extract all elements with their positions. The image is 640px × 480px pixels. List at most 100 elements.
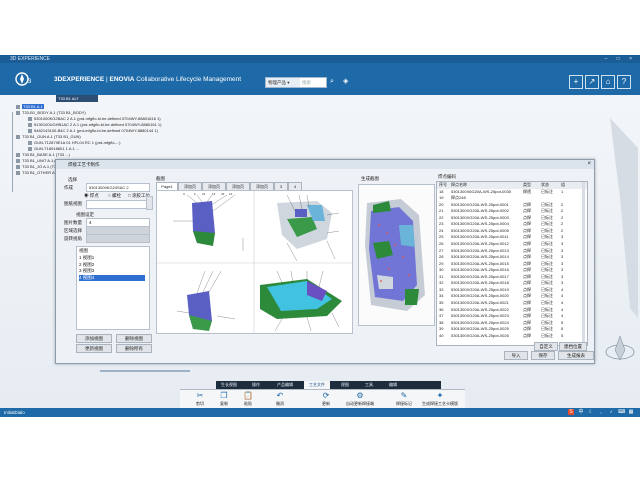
- part-node-icon: [16, 134, 20, 139]
- table-header-cell[interactable]: 类型: [523, 182, 531, 189]
- search-scope-dropdown[interactable]: 物理产品 ▾: [266, 78, 300, 87]
- tree-item-label: 5301000KG2BAC 2 A.1 (prd-mfgflo-bi.be.de…: [34, 116, 161, 121]
- keyboard-icon[interactable]: ⌨: [618, 409, 625, 415]
- view-list-item[interactable]: 1 视图1: [79, 255, 145, 261]
- search-box[interactable]: 物理产品 ▾ 搜索: [265, 77, 327, 88]
- sheet-field[interactable]: [86, 200, 150, 209]
- radio-spot-weld[interactable]: ◉ 焊点: [84, 193, 99, 199]
- table-row[interactable]: 30 5301300XG20A-WS-25pot-0016 点焊 已标注 3: [437, 267, 587, 274]
- close-icon[interactable]: ×: [587, 161, 591, 168]
- action-bar-tab[interactable]: 视图: [336, 381, 354, 389]
- punctuation-icon[interactable]: ,: [598, 409, 604, 415]
- table-header-cell[interactable]: 焊点名称: [451, 182, 467, 189]
- action-label: 焊接标记: [396, 401, 412, 406]
- update-view-button[interactable]: 更新视图: [76, 344, 112, 353]
- table-cell: 35: [439, 299, 444, 305]
- compass-logo-icon[interactable]: 3: [14, 71, 36, 87]
- table-cell: 25: [439, 234, 444, 240]
- delete-all-button[interactable]: 删除所有: [116, 344, 152, 353]
- vehicle-model-silhouette: [610, 118, 638, 318]
- export-button[interactable]: 导入: [504, 351, 528, 360]
- table-cell: 30: [439, 267, 444, 273]
- table-cell: 点焊: [523, 332, 531, 338]
- part-node-icon: [28, 122, 32, 127]
- action-bar-tab[interactable]: 工具: [360, 381, 378, 389]
- action-undo-button[interactable]: ↶ 撤消: [260, 391, 300, 406]
- svg-text:33: 33: [221, 192, 225, 196]
- table-row[interactable]: 40 5301300XG20A-WS-25pot-0026 点焊 已标注 5: [437, 333, 587, 340]
- view-list-item[interactable]: 4 视图4: [79, 274, 145, 281]
- table-header-cell[interactable]: 状态: [541, 182, 549, 189]
- weld-point-table[interactable]: 序号 焊点名称 类型 状态组 18 5301300X6G20A-WS-25pot-0030…: [436, 181, 588, 346]
- search-icon[interactable]: ⌕: [330, 78, 338, 86]
- delete-view-button[interactable]: 删除视图: [116, 334, 152, 343]
- undo-icon: ↶: [276, 391, 284, 400]
- window-title: 3D EXPERIENCE: [10, 56, 51, 62]
- part-node-icon: [16, 170, 20, 175]
- rename-button[interactable]: 自定义: [534, 342, 558, 351]
- moon-icon[interactable]: ☾: [588, 409, 594, 415]
- views-list-header: 视图: [79, 248, 88, 253]
- tree-item-label: T33 B1_GUN A.1 (T33 B1_GUN): [22, 134, 81, 139]
- status-bar: InitialDialo S 中 ☾ , ♪ ⌨ ▦: [0, 408, 640, 417]
- save-button[interactable]: 保存: [531, 351, 555, 360]
- app-s-icon[interactable]: S: [568, 409, 574, 415]
- tag-icon[interactable]: ◈: [343, 78, 351, 86]
- part-node-icon: [28, 128, 32, 133]
- action-bar-tab[interactable]: 操作: [246, 381, 266, 389]
- generate-report-button[interactable]: 生成报表: [558, 351, 594, 360]
- home-icon[interactable]: ⌂: [601, 75, 615, 89]
- part-node-icon: [16, 158, 20, 163]
- preview-image: [358, 184, 435, 326]
- view-list-item[interactable]: 3 视图3: [79, 268, 145, 274]
- table-row[interactable]: 25 5301300XG20A-WS-25pot-0011 点焊 已标注 3: [437, 234, 587, 241]
- share-icon[interactable]: ↗: [585, 75, 599, 89]
- table-row[interactable]: 35 5301300XG20A-WS-25pot-0021 点焊 已标注 4: [437, 300, 587, 307]
- add-view-button[interactable]: 添加视图: [76, 334, 112, 343]
- table-row[interactable]: 20 5301300XG20A-WS-25pot-0001 点焊 已标注 2: [437, 202, 587, 209]
- table-cell: 2: [561, 201, 564, 207]
- table-cell: 5: [561, 332, 564, 338]
- view-list-item[interactable]: 2 视图2: [79, 262, 145, 268]
- table-cell: 点焊: [523, 234, 531, 240]
- part-node-icon: [28, 146, 32, 151]
- action-auto-update-button[interactable]: ⚙ 自动更新焊接端: [340, 391, 380, 406]
- rotate-select[interactable]: [86, 234, 150, 243]
- svg-text:3: 3: [28, 79, 32, 85]
- action-bar-tab[interactable]: 生长视图: [218, 381, 240, 389]
- weld-mark-icon: ✎: [400, 391, 408, 400]
- view-compass-icon[interactable]: [598, 330, 638, 366]
- action-weld-mark-button[interactable]: ✎ 焊接标记: [384, 391, 424, 406]
- action-weld-card-button[interactable]: ✦ 生成焊接工艺卡模版: [420, 391, 460, 406]
- table-cell: 5301300XG20A-WS-25pot-0001: [451, 201, 509, 207]
- table-scrollbar[interactable]: [582, 182, 585, 342]
- ime-icon[interactable]: 中: [578, 409, 584, 415]
- search-input[interactable]: 搜索: [302, 78, 311, 87]
- table-section-label: 焊点编码: [438, 174, 456, 179]
- help-icon[interactable]: ?: [617, 75, 631, 89]
- map-location-button[interactable]: 建档位置: [559, 342, 587, 351]
- grid-icon[interactable]: ▦: [628, 409, 634, 415]
- table-header-cell[interactable]: 组: [561, 182, 565, 189]
- views-list[interactable]: 视图 1 视图1 2 视图2 3 视图3 4 视图4: [76, 246, 150, 330]
- body-side-preview: [359, 185, 434, 325]
- tree-item-label: 5130100UGHB1AC 2 A.1 (prd-mfgflo-bi.be.d…: [34, 122, 162, 127]
- part-node-icon: [16, 104, 20, 109]
- weld-drawing: 3 6 21 12 33 13: [157, 191, 352, 333]
- action-bar-tab[interactable]: 工艺文件: [304, 381, 330, 389]
- drawing-canvas[interactable]: 3 6 21 12 33 13: [156, 190, 353, 334]
- action-bar-tab[interactable]: 编辑: [384, 381, 402, 389]
- tree-tab[interactable]: T33 B1 ALT: [56, 95, 98, 102]
- window-controls[interactable]: – □ ×: [605, 55, 637, 63]
- tree-item-label: T33 B1 A.1: [22, 104, 44, 109]
- view-count-label: 图片数量: [64, 220, 82, 225]
- viewer-horizontal-scrollbar[interactable]: [100, 370, 190, 372]
- action-bar-tab[interactable]: 产品编辑: [272, 381, 298, 389]
- weld-card-dialog: 焊接工艺卡制作 × 选择 作成 53013000KG24SAC 2 ◉ 焊点 ○…: [55, 159, 595, 364]
- process-input[interactable]: 53013000KG24SAC 2: [86, 183, 150, 192]
- table-header-cell[interactable]: 序号: [439, 182, 447, 189]
- add-icon[interactable]: +: [569, 75, 583, 89]
- svg-text:13: 13: [229, 192, 233, 196]
- microphone-icon[interactable]: ♪: [608, 409, 614, 415]
- radio-bolt[interactable]: ○ 螺栓: [108, 193, 121, 199]
